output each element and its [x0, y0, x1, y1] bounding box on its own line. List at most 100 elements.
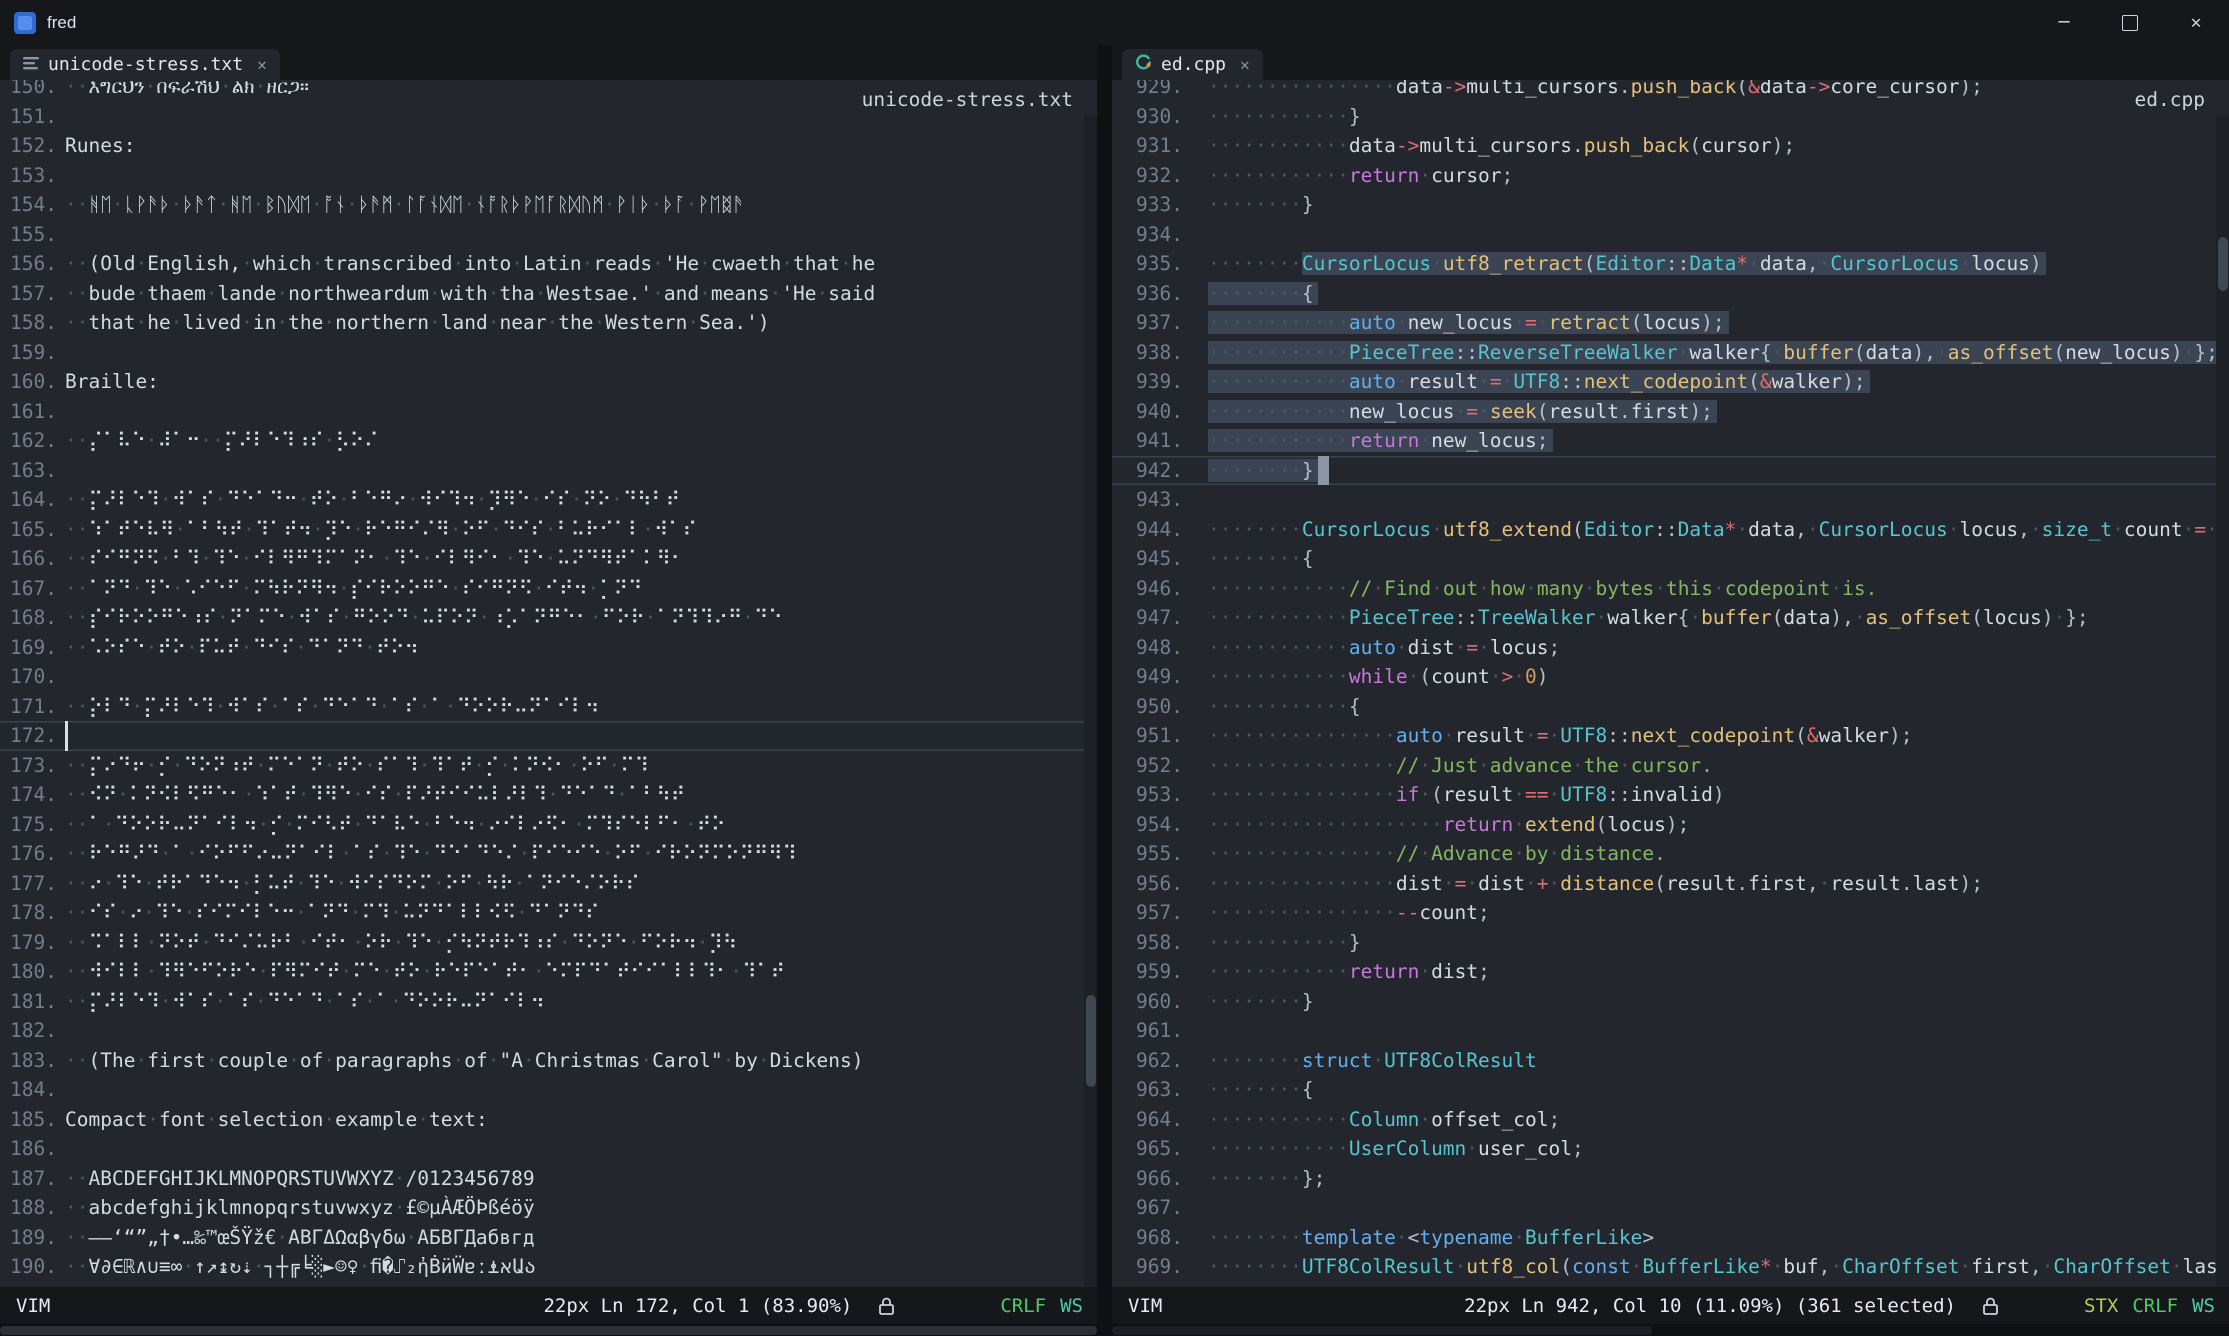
line-number[interactable]: 955. [1112, 839, 1183, 869]
minimize-button[interactable]: ─ [2031, 0, 2097, 45]
code-line[interactable]: 952.················//·Just·advance·the·… [1112, 751, 2229, 781]
lock-icon[interactable] [1982, 1296, 1999, 1316]
line-number[interactable]: 959. [1112, 957, 1183, 987]
code-line[interactable]: 175.··⠁·⠙⠕⠕⠗⠤⠝⠁⠊⠇⠲·⡊·⠍⠊⠣⠞·⠙⠁⠧⠑·⠃⠑⠲·⠔⠊⠇⠔⠫… [0, 810, 1097, 840]
code-line[interactable]: 941.············return·new_locus; [1112, 426, 2229, 456]
code-line[interactable]: 166.··⠎⠊⠛⠝⠫·⠃⠹·⠹⠑·⠊⠇⠻⠛⠹⠍⠁⠝⠂·⠹⠑·⠊⠇⠻⠊⠂·⠹⠑·… [0, 544, 1097, 574]
code-line[interactable]: 939.············auto·result·=·UTF8::next… [1112, 367, 2229, 397]
status-flag-crlf[interactable]: CRLF [2132, 1295, 2178, 1317]
line-number[interactable]: 962. [1112, 1046, 1183, 1076]
code-line[interactable]: 955.················//·Advance·by·distan… [1112, 839, 2229, 869]
line-number[interactable]: 934. [1112, 220, 1183, 250]
line-number[interactable]: 936. [1112, 279, 1183, 309]
code-line[interactable]: 945.········{ [1112, 544, 2229, 574]
code-line[interactable]: 177.··⠔·⠹⠑·⠞⠗⠁⠙⠑⠲·⡃⠥⠞·⠹⠑·⠺⠊⠎⠙⠕⠍·⠕⠋·⠳⠗·⠁⠝… [0, 869, 1097, 899]
line-number[interactable]: 935. [1112, 249, 1183, 279]
code-line[interactable]: 179.··⠩⠁⠇⠇·⠝⠕⠞·⠙⠊⠌⠥⠗⠃·⠊⠞⠂·⠕⠗·⠹⠑·⡊⠳⠝⠞⠗⠹⠰⠎… [0, 928, 1097, 958]
code-line[interactable]: 948.············auto·dist·=·locus; [1112, 633, 2229, 663]
code-line[interactable]: 170. [0, 662, 1097, 692]
line-number[interactable]: 181. [0, 987, 57, 1017]
line-number[interactable]: 947. [1112, 603, 1183, 633]
line-number[interactable]: 161. [0, 397, 57, 427]
status-flag-stx[interactable]: STX [2084, 1295, 2118, 1317]
line-number[interactable]: 938. [1112, 338, 1183, 368]
left-hscroll-thumb[interactable] [0, 1326, 1097, 1335]
maximize-button[interactable] [2097, 0, 2163, 45]
line-number[interactable]: 163. [0, 456, 57, 486]
line-number[interactable]: 168. [0, 603, 57, 633]
line-number[interactable]: 174. [0, 780, 57, 810]
code-line[interactable]: 957.················--count; [1112, 898, 2229, 928]
line-number[interactable]: 160. [0, 367, 57, 397]
code-line[interactable]: 160.Braille: [0, 367, 1097, 397]
status-flag-ws[interactable]: WS [2192, 1295, 2215, 1317]
line-number[interactable]: 950. [1112, 692, 1183, 722]
code-line[interactable]: 157.··bude·thaem·lande·northweardum·with… [0, 279, 1097, 309]
code-line[interactable]: 186. [0, 1134, 1097, 1164]
code-line[interactable]: 964.············Column·offset_col; [1112, 1105, 2229, 1135]
code-line[interactable]: 156.··(Old·English,·which·transcribed·in… [0, 249, 1097, 279]
line-number[interactable]: 176. [0, 839, 57, 869]
code-line[interactable]: 182. [0, 1016, 1097, 1046]
line-number[interactable]: 951. [1112, 721, 1183, 751]
code-line[interactable]: 189.··–—‘“”„†•…‰™œŠŸž€·ΑΒΓΔΩαβγδω·АБВГДа… [0, 1223, 1097, 1253]
code-line[interactable]: 181.··⡍⠜⠇⠑⠹·⠺⠁⠎·⠁⠎·⠙⠑⠁⠙·⠁⠎·⠁·⠙⠕⠕⠗⠤⠝⠁⠊⠇⠲ [0, 987, 1097, 1017]
line-number[interactable]: 937. [1112, 308, 1183, 338]
code-line[interactable]: 959.············return·dist; [1112, 957, 2229, 987]
code-line[interactable]: 176.··⠗⠑⠛⠜⠙·⠁·⠊⠕⠋⠋⠔⠤⠝⠁⠊⠇·⠁⠎·⠹⠑·⠙⠑⠁⠙⠑⠌·⠏⠊… [0, 839, 1097, 869]
code-line[interactable]: 171.··⡕⠇⠙·⡍⠜⠇⠑⠹·⠺⠁⠎·⠁⠎·⠙⠑⠁⠙·⠁⠎·⠁·⠙⠕⠕⠗⠤⠝⠁… [0, 692, 1097, 722]
line-number[interactable]: 162. [0, 426, 57, 456]
line-number[interactable]: 185. [0, 1105, 57, 1135]
code-line[interactable]: 172. [0, 721, 1097, 751]
code-line[interactable]: 950.············{ [1112, 692, 2229, 722]
line-number[interactable]: 958. [1112, 928, 1183, 958]
line-number[interactable]: 969. [1112, 1252, 1183, 1282]
code-line[interactable]: 936.········{ [1112, 279, 2229, 309]
code-line[interactable]: 173.··⡍⠔⠙⠖·⡊·⠙⠕⠝⠰⠞·⠍⠑⠁⠝·⠞⠕·⠎⠁⠹·⠹⠁⠞·⡊·⠅⠝⠪… [0, 751, 1097, 781]
code-line[interactable]: 966.········}; [1112, 1164, 2229, 1194]
line-number[interactable]: 164. [0, 485, 57, 515]
line-number[interactable]: 190. [0, 1252, 57, 1282]
code-line[interactable]: 178.··⠊⠎·⠔·⠹⠑·⠎⠊⠍⠊⠇⠑⠒·⠁⠝⠙·⠍⠹·⠥⠝⠙⠁⠇⠇⠪⠫·⠙⠁… [0, 898, 1097, 928]
line-number[interactable]: 188. [0, 1193, 57, 1223]
code-line[interactable]: 164.··⡍⠜⠇⠑⠹·⠺⠁⠎·⠙⠑⠁⠙⠒·⠞⠕·⠃⠑⠛⠔·⠺⠊⠹⠲·⡹⠻⠑·⠊… [0, 485, 1097, 515]
code-line[interactable]: 933.········} [1112, 190, 2229, 220]
code-line[interactable]: 187.··ABCDEFGHIJKLMNOPQRSTUVWXYZ·/012345… [0, 1164, 1097, 1194]
code-line[interactable]: 159. [0, 338, 1097, 368]
left-vertical-scrollbar[interactable] [1084, 115, 1097, 1287]
line-number[interactable]: 157. [0, 279, 57, 309]
line-number[interactable]: 945. [1112, 544, 1183, 574]
line-number[interactable]: 942. [1112, 456, 1183, 486]
line-number[interactable]: 187. [0, 1164, 57, 1194]
code-line[interactable]: 929.················data->multi_cursors.… [1112, 80, 2229, 102]
line-number[interactable]: 153. [0, 161, 57, 191]
code-line[interactable]: 943. [1112, 485, 2229, 515]
line-number[interactable]: 953. [1112, 780, 1183, 810]
line-number[interactable]: 184. [0, 1075, 57, 1105]
code-line[interactable]: 965.············UserColumn·user_col; [1112, 1134, 2229, 1164]
scrollbar-thumb[interactable] [1086, 995, 1096, 1087]
line-number[interactable]: 172. [0, 721, 57, 751]
code-line[interactable]: 932.············return·cursor; [1112, 161, 2229, 191]
line-number[interactable]: 941. [1112, 426, 1183, 456]
line-number[interactable]: 944. [1112, 515, 1183, 545]
line-number[interactable]: 960. [1112, 987, 1183, 1017]
line-number[interactable]: 158. [0, 308, 57, 338]
lock-icon[interactable] [878, 1296, 895, 1316]
code-line[interactable]: 963.········{ [1112, 1075, 2229, 1105]
line-number[interactable]: 152. [0, 131, 57, 161]
line-number[interactable]: 963. [1112, 1075, 1183, 1105]
code-line[interactable]: 165.··⠱⠁⠞⠑⠧⠻·⠁⠃⠳⠞·⠹⠁⠞⠲·⡹⠑·⠗⠑⠛⠊⠌⠻·⠕⠋·⠙⠊⠎·… [0, 515, 1097, 545]
code-line[interactable]: 930.············} [1112, 102, 2229, 132]
code-line[interactable]: 947.············PieceTree::TreeWalker·wa… [1112, 603, 2229, 633]
code-line[interactable]: 940.············new_locus·=·seek(result.… [1112, 397, 2229, 427]
line-number[interactable]: 932. [1112, 161, 1183, 191]
code-line[interactable]: 188.··abcdefghijklmnopqrstuvwxyz·£©µÀÆÖÞ… [0, 1193, 1097, 1223]
tab-close-icon[interactable]: ✕ [257, 55, 267, 74]
line-number[interactable]: 165. [0, 515, 57, 545]
line-number[interactable]: 166. [0, 544, 57, 574]
line-number[interactable]: 949. [1112, 662, 1183, 692]
right-hscroll-thumb[interactable] [1112, 1326, 1652, 1335]
code-line[interactable]: 942.········} [1112, 456, 2229, 486]
close-button[interactable]: ✕ [2163, 0, 2229, 45]
